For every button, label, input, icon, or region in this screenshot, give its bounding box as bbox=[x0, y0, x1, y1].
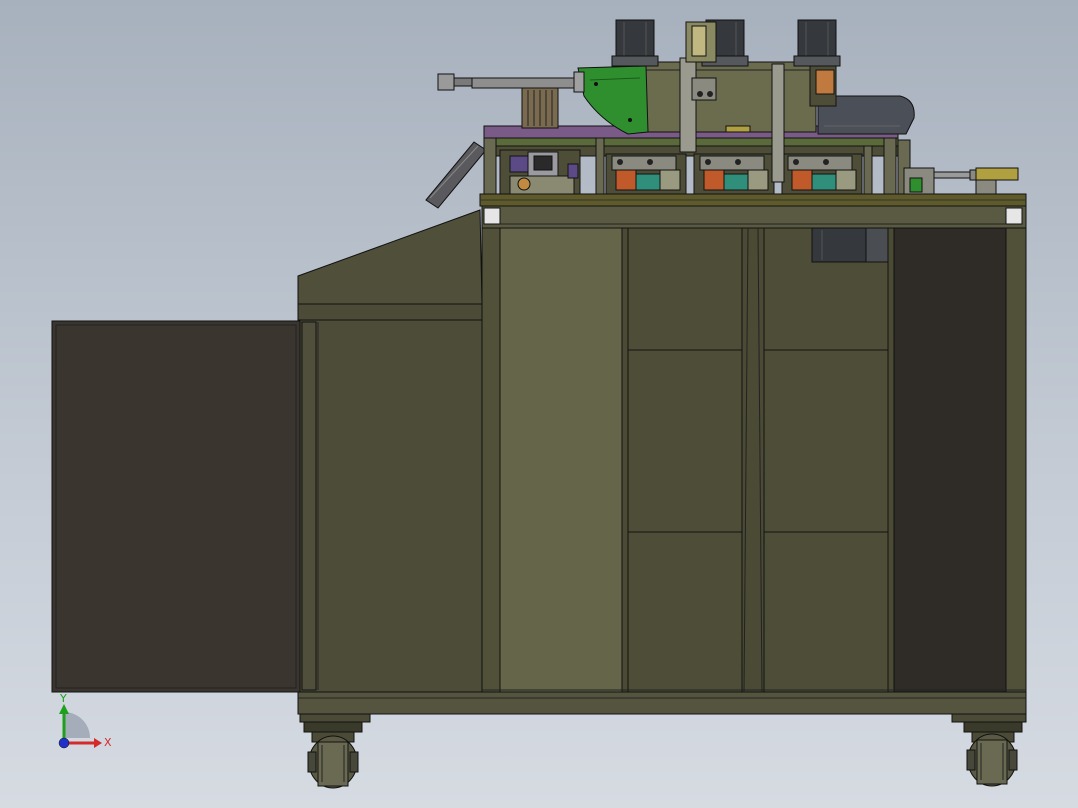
y-axis-label: Y bbox=[59, 692, 67, 705]
cad-viewport[interactable]: Y X bbox=[0, 0, 1078, 808]
top-motor-left bbox=[611, 19, 659, 67]
discharge-chute bbox=[425, 141, 487, 209]
x-axis-label: X bbox=[104, 736, 112, 749]
feeder-block-left bbox=[499, 149, 581, 195]
top-motor-middle bbox=[685, 19, 749, 67]
gear-stack bbox=[521, 87, 559, 129]
horizontal-cylinder bbox=[437, 71, 585, 93]
side-hopper-cabinet bbox=[297, 209, 483, 693]
table-top-plate bbox=[479, 193, 1027, 207]
caster-wheel-left bbox=[303, 721, 363, 789]
caster-wheel-right bbox=[963, 721, 1023, 787]
station-unit-1 bbox=[605, 153, 687, 195]
top-motor-right bbox=[793, 19, 841, 67]
open-door-panel bbox=[51, 320, 301, 693]
green-gear-housing bbox=[577, 65, 649, 135]
station-unit-2 bbox=[693, 153, 775, 195]
right-side-actuator bbox=[897, 139, 1019, 195]
station-unit-3 bbox=[781, 153, 863, 195]
main-cabinet bbox=[481, 205, 1027, 693]
machine-assembly-drawing: Y X bbox=[51, 19, 1027, 789]
base-frame bbox=[297, 691, 1027, 723]
coordinate-triad: Y X bbox=[58, 692, 112, 749]
